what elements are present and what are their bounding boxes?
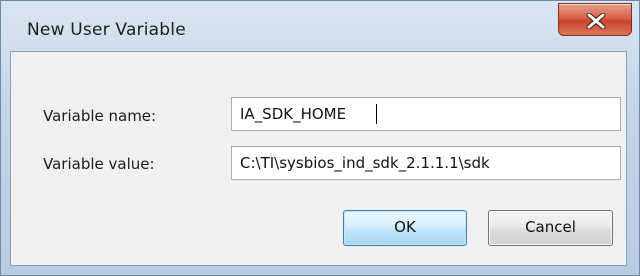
variable-value-input[interactable] [231, 146, 621, 180]
cancel-button[interactable]: Cancel [488, 210, 613, 246]
dialog-title: New User Variable [27, 20, 186, 40]
close-icon [586, 13, 606, 29]
variable-name-input[interactable] [231, 97, 621, 131]
text-caret [376, 104, 377, 124]
variable-name-label: Variable name: [43, 107, 157, 125]
ok-button[interactable]: OK [343, 210, 467, 246]
variable-value-label: Variable value: [43, 155, 155, 173]
dialog-body: Variable name: Variable value: OK Cancel [10, 51, 627, 266]
close-button[interactable] [558, 3, 632, 36]
title-bar[interactable]: New User Variable [1, 1, 639, 53]
new-user-variable-dialog: New User Variable Variable name: Variabl… [0, 0, 640, 276]
